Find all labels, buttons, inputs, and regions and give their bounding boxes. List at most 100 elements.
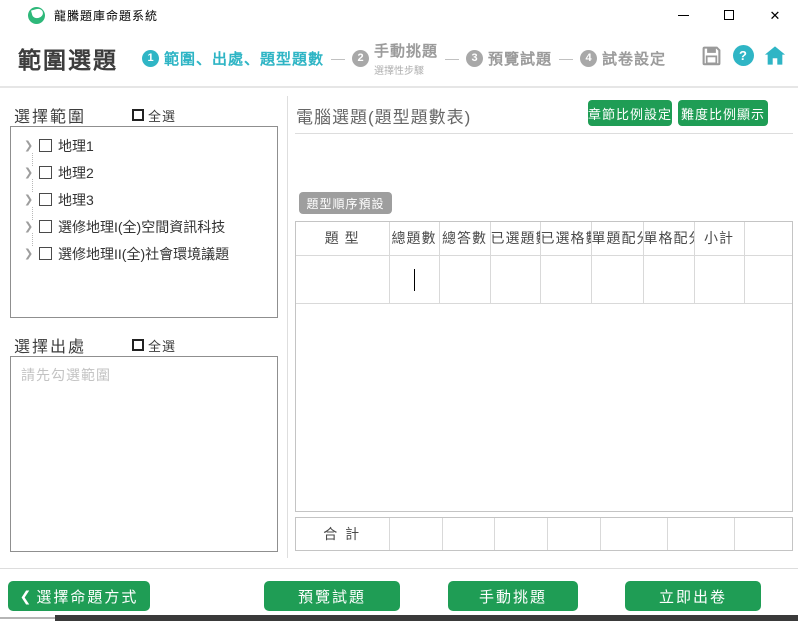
back-button-label: 選擇命題方式 — [36, 588, 139, 606]
source-select-all-label: 全選 — [148, 338, 177, 354]
help-button[interactable]: ? — [732, 44, 754, 66]
right-panel-divider — [295, 133, 793, 134]
totals-cell — [547, 518, 601, 550]
source-select-all-checkbox[interactable] — [132, 339, 145, 351]
step-3-label: 預覽試題 — [488, 50, 553, 68]
range-section-title: 選擇範圍 — [14, 109, 87, 126]
generate-paper-button[interactable]: 立即出卷 — [625, 581, 761, 611]
chevron-right-icon[interactable]: ❯ — [24, 139, 36, 152]
home-button[interactable] — [764, 44, 786, 66]
chevron-right-icon[interactable]: ❯ — [24, 247, 36, 260]
close-button[interactable]: ✕ — [752, 0, 798, 30]
totals-cell — [442, 518, 495, 550]
step-separator: — — [445, 50, 460, 66]
back-to-method-button[interactable]: ❮ 選擇命題方式 — [8, 581, 150, 611]
text-caret — [414, 268, 415, 291]
col-points-per-blank: 單格配分 — [643, 222, 695, 256]
table-header-row: 題 型 總題數 總答數 已選題數 已選格數 單題配分 單格配分 小計 — [296, 222, 792, 256]
col-extra — [744, 222, 792, 256]
cell-total-answers[interactable] — [439, 255, 491, 304]
step-4-label: 試卷設定 — [602, 50, 667, 68]
range-tree: ❯ 地理1 ❯ 地理2 ❯ 地理3 ❯ 選修地理I(全)空間資訊科技 ❯ 選修地… — [11, 127, 277, 267]
manual-pick-button[interactable]: 手動挑題 — [448, 581, 578, 611]
totals-cell — [389, 518, 443, 550]
col-selected-blanks: 已選格數 — [540, 222, 592, 256]
background-window-edge — [55, 615, 798, 621]
step-4-paper-settings: 4 試卷設定 — [580, 48, 666, 69]
page-header: 範圍選題 1 範圍、出處、題型題數 — 2 手動挑題 選擇性步驟 — 3 預覽試… — [0, 30, 798, 86]
source-list-box[interactable]: 請先勾選範圍 — [10, 356, 278, 552]
cell-total-questions[interactable] — [389, 255, 440, 304]
home-icon — [764, 45, 786, 65]
tree-item-checkbox[interactable] — [39, 247, 52, 260]
source-placeholder: 請先勾選範圍 — [21, 367, 111, 383]
step-1-badge: 1 — [142, 49, 159, 67]
tree-item-geography3[interactable]: ❯ 地理3 — [11, 186, 277, 213]
range-tree-box: ❯ 地理1 ❯ 地理2 ❯ 地理3 ❯ 選修地理I(全)空間資訊科技 ❯ 選修地… — [10, 126, 278, 318]
title-bar: 龍騰題庫命題系統 ✕ — [0, 0, 798, 30]
save-button[interactable] — [700, 44, 722, 66]
tree-item-elective-geography-2[interactable]: ❯ 選修地理II(全)社會環境議題 — [11, 240, 277, 267]
tree-item-checkbox[interactable] — [39, 139, 52, 152]
chevron-left-icon: ❮ — [19, 587, 32, 604]
app-title: 龍騰題庫命題系統 — [54, 8, 159, 23]
step-separator: — — [559, 50, 574, 66]
step-1-label: 範圍、出處、題型題數 — [164, 50, 325, 68]
cell-extra[interactable] — [744, 255, 792, 304]
type-order-preset-button[interactable]: 題型順序預設 — [299, 192, 392, 214]
tree-item-geography2[interactable]: ❯ 地理2 — [11, 159, 277, 186]
step-3-badge: 3 — [466, 49, 484, 67]
chevron-right-icon[interactable]: ❯ — [24, 220, 36, 233]
panel-divider — [287, 96, 288, 558]
col-subtotal: 小計 — [694, 222, 745, 256]
page-title: 範圍選題 — [18, 47, 118, 73]
col-total-answers: 總答數 — [439, 222, 491, 256]
cell-question-type[interactable] — [296, 255, 390, 304]
save-icon — [702, 46, 720, 65]
table-row — [296, 255, 792, 304]
step-indicator: 1 範圍、出處、題型題數 — 2 手動挑題 選擇性步驟 — 3 預覽試題 — 4… — [142, 40, 666, 77]
col-total-questions: 總題數 — [389, 222, 440, 256]
maximize-button[interactable] — [706, 0, 752, 30]
computer-selection-title: 電腦選題(題型題數表) — [296, 108, 472, 127]
cell-points-per-question[interactable] — [591, 255, 644, 304]
preview-questions-button[interactable]: 預覽試題 — [264, 581, 400, 611]
totals-cell — [667, 518, 735, 550]
step-2-badge: 2 — [352, 49, 370, 67]
tree-item-checkbox[interactable] — [39, 193, 52, 206]
col-points-per-question: 單題配分 — [591, 222, 644, 256]
step-4-badge: 4 — [580, 49, 598, 67]
question-type-table: 題 型 總題數 總答數 已選題數 已選格數 單題配分 單格配分 小計 — [295, 221, 793, 512]
minimize-icon — [677, 14, 689, 16]
totals-row: 合 計 — [295, 517, 793, 551]
cell-subtotal[interactable] — [694, 255, 745, 304]
source-select-all[interactable]: 全選 — [132, 336, 176, 355]
help-icon: ? — [732, 44, 754, 66]
cell-points-per-blank[interactable] — [643, 255, 695, 304]
step-2-label: 手動挑題 — [374, 42, 439, 60]
totals-cell — [494, 518, 548, 550]
tree-item-checkbox[interactable] — [39, 166, 52, 179]
difficulty-ratio-button[interactable]: 難度比例顯示 — [678, 100, 768, 126]
background-window-edge-line — [0, 617, 55, 619]
tree-item-elective-geography-1[interactable]: ❯ 選修地理I(全)空間資訊科技 — [11, 213, 277, 240]
chapter-ratio-button[interactable]: 章節比例設定 — [588, 100, 672, 126]
app-logo-icon — [28, 6, 45, 24]
cell-selected-questions[interactable] — [490, 255, 541, 304]
footer-divider — [0, 568, 798, 569]
cell-selected-blanks[interactable] — [540, 255, 592, 304]
col-selected-questions: 已選題數 — [490, 222, 541, 256]
range-select-all-checkbox[interactable] — [132, 109, 145, 121]
chevron-right-icon[interactable]: ❯ — [24, 166, 36, 179]
source-section-title: 選擇出處 — [14, 339, 87, 356]
tree-item-geography1[interactable]: ❯ 地理1 — [11, 132, 277, 159]
step-separator: — — [331, 50, 346, 66]
range-select-all[interactable]: 全選 — [132, 106, 176, 125]
step-1-range: 1 範圍、出處、題型題數 — [142, 48, 324, 69]
step-2-sublabel: 選擇性步驟 — [374, 65, 425, 77]
maximize-icon — [724, 10, 734, 20]
tree-item-checkbox[interactable] — [39, 220, 52, 233]
minimize-button[interactable] — [660, 0, 706, 30]
chevron-right-icon[interactable]: ❯ — [24, 193, 36, 206]
col-question-type: 題 型 — [296, 222, 390, 256]
